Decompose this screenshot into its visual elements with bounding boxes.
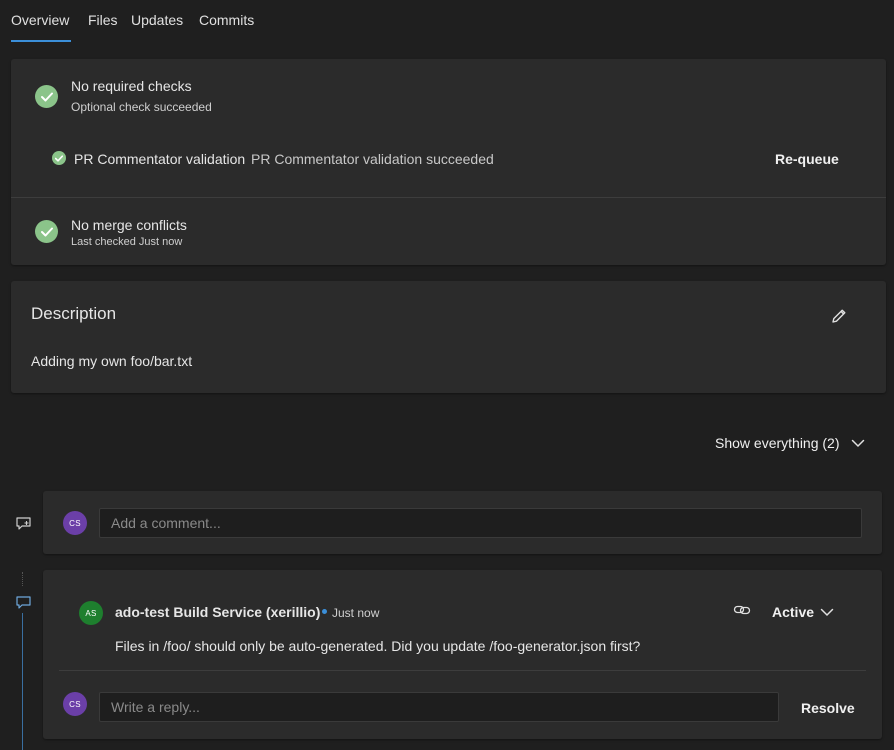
comment-author: ado-test Build Service (xerillio) [115, 604, 321, 620]
pencil-icon[interactable] [828, 305, 850, 327]
comment-timestamp: Just now [332, 606, 380, 620]
check-circle-icon [35, 220, 58, 243]
check-circle-icon [35, 85, 58, 108]
divider [59, 670, 866, 671]
active-tab-indicator [11, 40, 71, 42]
merge-conflicts-subtitle: Last checked Just now [71, 236, 183, 248]
required-checks-subtitle: Optional check succeeded [71, 100, 212, 114]
validation-name: PR Commentator validation [74, 151, 246, 167]
comment-icon [14, 594, 32, 610]
status-checks-card: No required checks Optional check succee… [11, 59, 886, 265]
validation-status: PR Commentator validation succeeded [251, 151, 494, 167]
timeline-connector [22, 572, 23, 586]
description-card: Description Adding my own foo/bar.txt [11, 281, 886, 393]
avatar: AS [79, 601, 103, 625]
show-everything-filter[interactable]: Show everything (2) [715, 435, 840, 451]
add-comment-input[interactable]: Add a comment... [99, 508, 862, 538]
tab-commits[interactable]: Commits [199, 12, 254, 28]
comment-thread-card: AS ado-test Build Service (xerillio) Jus… [43, 570, 882, 739]
required-checks-title: No required checks [71, 78, 192, 94]
description-body: Adding my own foo/bar.txt [31, 353, 193, 369]
tab-bar: Overview Files Updates Commits [0, 0, 894, 44]
comment-add-icon [14, 515, 32, 531]
unread-dot [322, 609, 327, 614]
add-comment-card: CS Add a comment... [43, 491, 882, 554]
requeue-button[interactable]: Re-queue [775, 151, 839, 167]
check-circle-icon [52, 151, 66, 165]
timeline-line [22, 613, 23, 750]
comment-message: Files in /foo/ should only be auto-gener… [115, 638, 641, 654]
avatar: CS [63, 511, 87, 535]
avatar: CS [63, 692, 87, 716]
link-icon[interactable] [732, 602, 752, 618]
tab-overview[interactable]: Overview [11, 12, 69, 28]
description-heading: Description [31, 304, 117, 323]
merge-conflicts-title: No merge conflicts [71, 217, 187, 233]
thread-status-dropdown[interactable]: Active [772, 604, 814, 620]
tab-updates[interactable]: Updates [131, 12, 183, 28]
divider [11, 197, 886, 198]
tab-files[interactable]: Files [88, 12, 118, 28]
reply-input[interactable]: Write a reply... [99, 692, 779, 722]
chevron-down-icon[interactable] [819, 605, 835, 619]
resolve-button[interactable]: Resolve [801, 700, 855, 716]
chevron-down-icon[interactable] [850, 435, 866, 451]
